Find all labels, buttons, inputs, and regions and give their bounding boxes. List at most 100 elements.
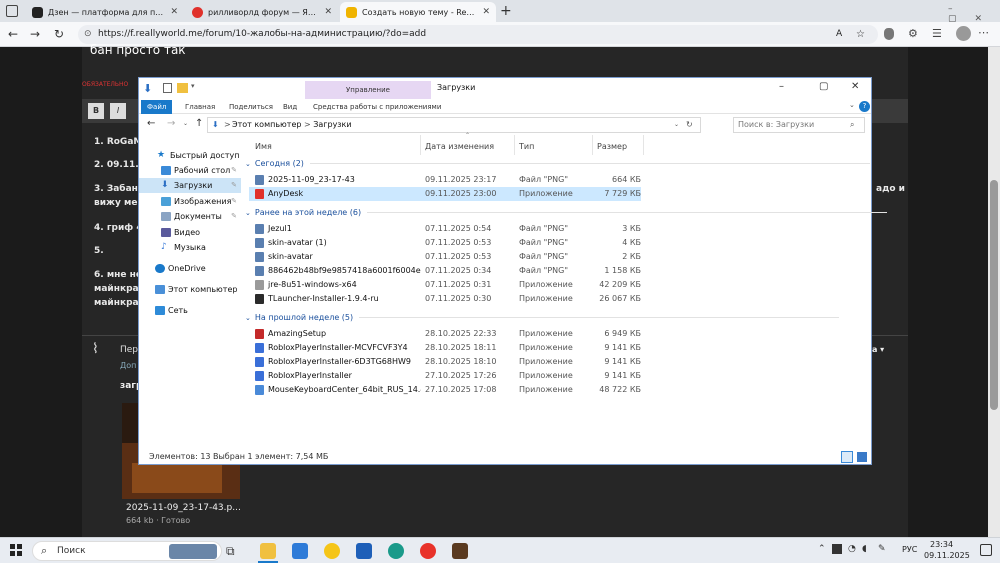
battery-icon[interactable] — [832, 544, 842, 554]
group-header[interactable]: ⌄ Ранее на этой неделе (6) — [245, 206, 888, 219]
file-row[interactable]: skin-avatar 07.11.2025 0:53 Файл "PNG" 2 КБ — [249, 250, 641, 264]
yandex-browser-icon[interactable] — [324, 543, 340, 559]
nav-desktop[interactable]: Рабочий стол ✎ — [139, 163, 241, 178]
yandex-icon[interactable] — [420, 543, 436, 559]
favorite-star-icon[interactable]: ☆ — [856, 25, 865, 44]
extensions-icon[interactable]: ⚙ — [908, 27, 918, 40]
new-folder-icon[interactable] — [177, 83, 188, 93]
qat-dropdown-icon[interactable]: ▾ — [191, 82, 195, 90]
nav-network[interactable]: Сеть — [139, 303, 241, 318]
file-explorer-icon[interactable] — [260, 543, 276, 559]
file-row[interactable]: RobloxPlayerInstaller-MCVFCVF3Y4 28.10.20… — [249, 341, 641, 355]
nav-music[interactable]: ♪ Музыка — [139, 240, 241, 255]
tab-yandex-search[interactable]: рилливорлд форум — Яндекс: н ✕ — [186, 2, 338, 22]
file-row[interactable]: 886462b48bf9e9857418a6001f6004e6 07.11.20… — [249, 264, 641, 278]
collections-icon[interactable]: ☰ — [932, 27, 942, 40]
volume-icon[interactable]: ◖ — [862, 544, 867, 554]
file-row[interactable]: AmazingSetup 28.10.2025 22:33 Приложение 6 … — [249, 327, 641, 341]
group-header[interactable]: ⌄ На прошлой неделе (5) — [245, 311, 865, 324]
file-row[interactable]: MouseKeyboardCenter_64bit_RUS_14.41 27.10… — [249, 383, 641, 397]
edge-icon[interactable] — [388, 543, 404, 559]
nav-documents[interactable]: Документы ✎ — [139, 209, 241, 224]
mail-icon[interactable] — [292, 543, 308, 559]
more-menu-icon[interactable]: ⋯ — [978, 26, 989, 39]
nav-video[interactable]: Видео — [139, 225, 241, 240]
file-row[interactable]: TLauncher-Installer-1.9.4-ru 07.11.2025 0… — [249, 292, 641, 306]
nav-this-pc[interactable]: Этот компьютер — [139, 282, 241, 297]
chevron-down-icon[interactable]: ⌄ — [849, 101, 855, 109]
tab-app-tools[interactable]: Средства работы с приложениями — [307, 100, 447, 114]
tab-reallyworld[interactable]: Создать новую тему - ReallyWor ✕ — [340, 2, 496, 22]
shield-icon[interactable] — [884, 28, 894, 40]
up-icon[interactable]: ↑ — [195, 118, 203, 129]
address-breadcrumb[interactable]: ⬇ > Этот компьютер > Загрузки ⌄ ↻ — [207, 117, 701, 133]
nav-downloads[interactable]: ⬇ Загрузки ✎ — [139, 178, 241, 193]
new-tab-button[interactable]: + — [500, 3, 512, 19]
window-controls[interactable]: –▢✕ — [948, 4, 1000, 24]
nav-pictures[interactable]: Изображения ✎ — [139, 194, 241, 209]
tray-overflow-icon[interactable]: ⌃ — [818, 544, 826, 554]
large-icons-view-icon[interactable] — [857, 452, 867, 462]
clock-date[interactable]: 09.11.2025 — [924, 551, 970, 560]
search-icon[interactable]: ⌕ — [850, 118, 854, 132]
close-icon[interactable]: ✕ — [482, 7, 490, 17]
tab-dzen[interactable]: Дзен — платформа для просмо ✕ — [26, 2, 184, 22]
tab-share[interactable]: Поделиться — [223, 100, 279, 114]
column-date[interactable]: Дата изменения — [425, 140, 494, 154]
file-row[interactable]: Jezul1 07.11.2025 0:54 Файл "PNG" 3 КБ — [249, 222, 641, 236]
language-indicator[interactable]: РУС — [902, 545, 917, 554]
forward-icon[interactable]: → — [26, 26, 44, 42]
close-icon[interactable]: ✕ — [170, 7, 178, 17]
file-row[interactable]: RobloxPlayerInstaller 27.10.2025 17:26 При… — [249, 369, 641, 383]
read-aloud-icon[interactable]: A — [836, 25, 842, 44]
properties-icon[interactable] — [163, 83, 172, 93]
forward-icon[interactable]: → — [167, 118, 175, 129]
minimize-icon[interactable]: – — [779, 81, 784, 92]
back-icon[interactable]: ← — [4, 26, 22, 42]
tab-home[interactable]: Главная — [179, 100, 221, 114]
nav-onedrive[interactable]: OneDrive — [139, 261, 241, 276]
refresh-icon[interactable]: ↻ — [686, 118, 693, 132]
task-view-icon[interactable]: ⧉ — [226, 543, 242, 559]
close-icon[interactable]: ✕ — [324, 7, 332, 17]
file-row[interactable]: jre-8u51-windows-x64 07.11.2025 0:31 Прило… — [249, 278, 641, 292]
file-row[interactable]: skin-avatar (1) 07.11.2025 0:53 Файл "PNG"… — [249, 236, 641, 250]
url-field[interactable]: ⊙ https://f.reallyworld.me/forum/10-жало… — [78, 25, 878, 44]
back-icon[interactable]: ← — [147, 118, 155, 129]
clock-time[interactable]: 23:34 — [930, 540, 953, 549]
context-tab-manage[interactable]: Управление — [305, 81, 431, 99]
column-name[interactable]: Имя — [255, 140, 272, 154]
breadcrumb-downloads[interactable]: Загрузки — [313, 120, 351, 129]
file-row[interactable]: RobloxPlayerInstaller-6D3TG68HW9 28.10.20… — [249, 355, 641, 369]
nav-quick-access[interactable]: ★ Быстрый доступ — [139, 148, 241, 163]
search-input[interactable]: Поиск в: Загрузки ⌕ — [733, 117, 865, 133]
minecraft-icon[interactable] — [452, 543, 468, 559]
taskbar-search[interactable]: ⌕ Поиск — [32, 541, 222, 561]
file-row[interactable]: AnyDesk 09.11.2025 23:00 Приложение 7 729 К… — [249, 187, 641, 201]
italic-button[interactable]: I — [110, 103, 126, 119]
reload-icon[interactable]: ↻ — [50, 26, 68, 42]
network-icon[interactable]: ◔ — [848, 544, 856, 554]
scrollbar-thumb[interactable] — [990, 180, 998, 410]
start-icon[interactable] — [10, 544, 22, 556]
maximize-icon[interactable]: ▢ — [819, 81, 828, 92]
recent-dropdown-icon[interactable]: ⌄ — [183, 120, 188, 127]
tab-actions-icon[interactable] — [6, 5, 18, 17]
avatar[interactable] — [956, 26, 971, 41]
tab-view[interactable]: Вид — [277, 100, 303, 114]
breadcrumb-computer[interactable]: Этот компьютер — [232, 120, 301, 129]
column-size[interactable]: Размер — [597, 140, 627, 154]
group-header[interactable]: ⌄ Сегодня (2) — [245, 157, 870, 170]
help-icon[interactable]: ? — [859, 101, 870, 112]
chevron-down-icon[interactable]: ⌄ — [674, 118, 679, 132]
pen-icon[interactable]: ✎ — [878, 544, 886, 554]
app-icon[interactable] — [356, 543, 372, 559]
insert-dropdown[interactable]: а ▾ — [872, 345, 884, 354]
notifications-icon[interactable] — [980, 544, 992, 556]
bold-button[interactable]: B — [88, 103, 104, 119]
tab-file[interactable]: Файл — [141, 100, 173, 114]
details-view-icon[interactable] — [841, 451, 853, 463]
close-icon[interactable]: ✕ — [851, 81, 859, 92]
site-info-icon[interactable]: ⊙ — [84, 25, 92, 44]
column-type[interactable]: Тип — [519, 140, 534, 154]
